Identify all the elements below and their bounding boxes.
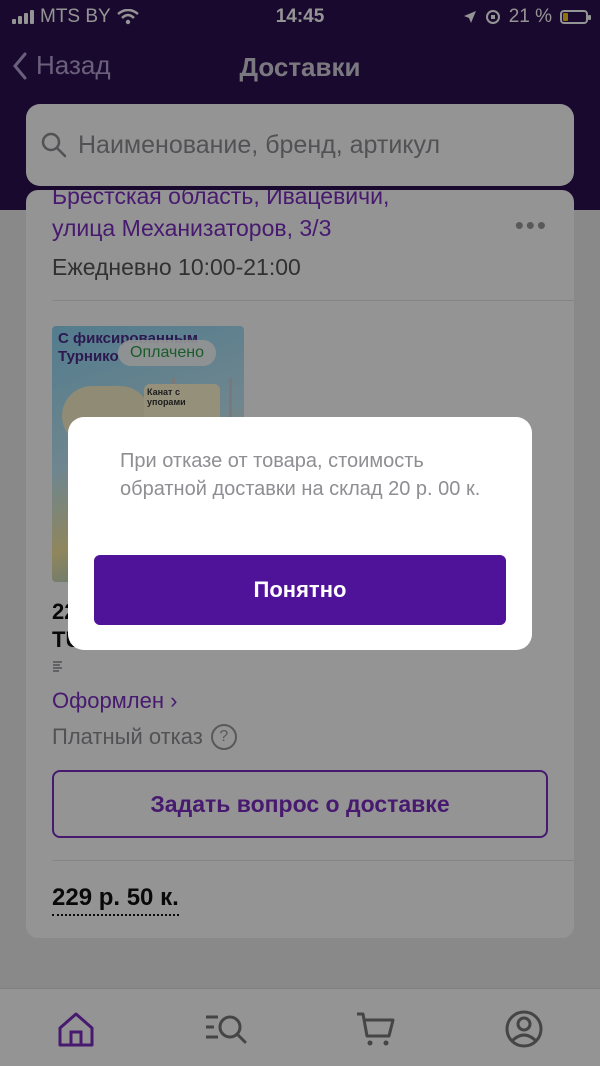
understood-button[interactable]: Понятно <box>94 555 506 625</box>
dialog-message: При отказе от товара, стоимость обратной… <box>120 450 481 500</box>
refusal-cost-dialog: При отказе от товара, стоимость обратной… <box>68 417 532 650</box>
